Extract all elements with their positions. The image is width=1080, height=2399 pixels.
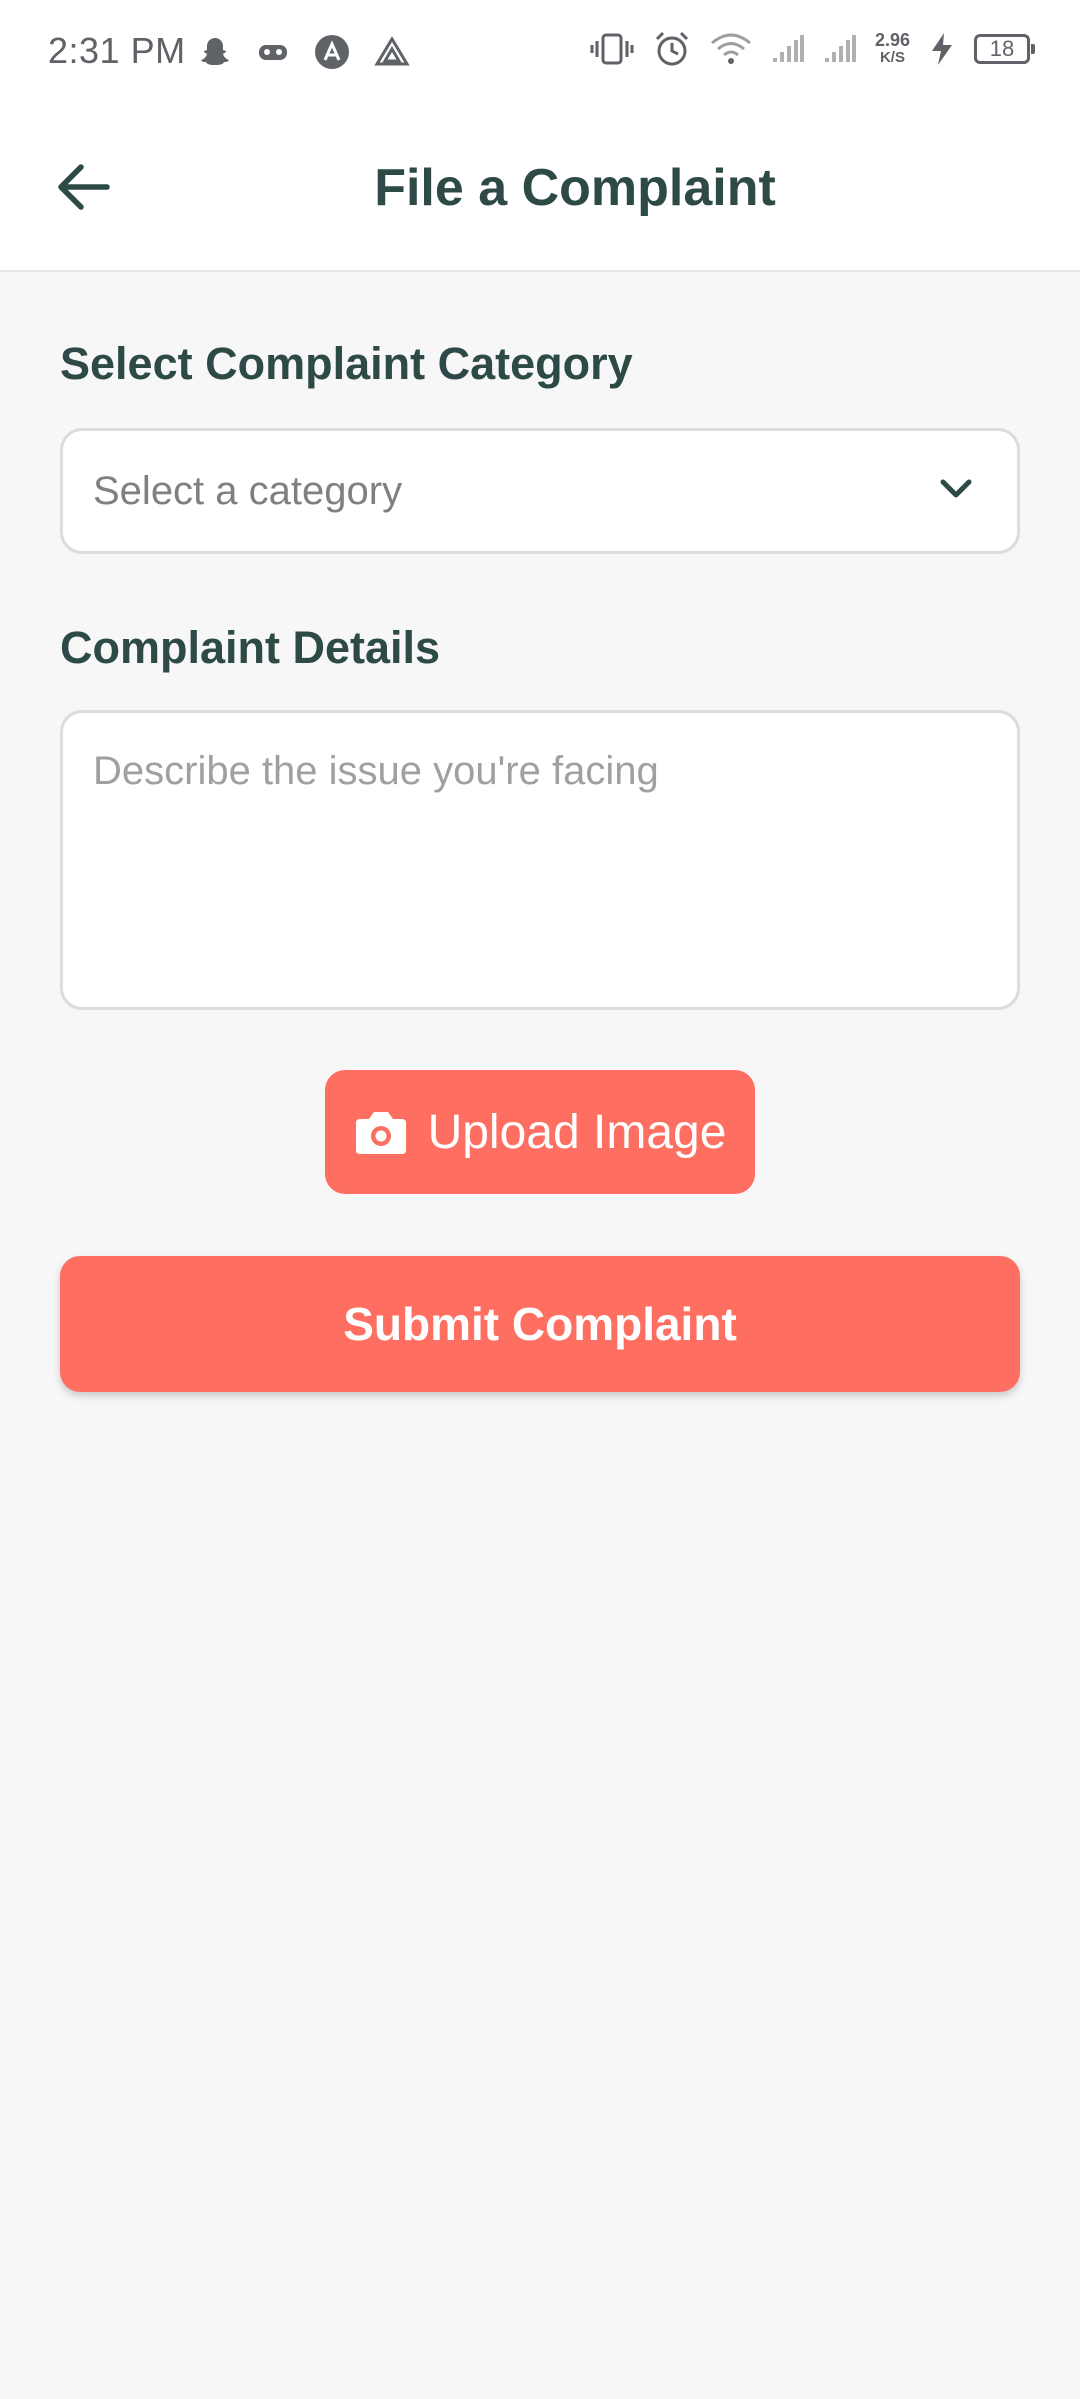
- gamepad-icon: [256, 35, 290, 69]
- notification-icons: [198, 34, 410, 70]
- details-label: Complaint Details: [60, 622, 441, 673]
- snapchat-icon: [198, 35, 232, 69]
- network-speed: 2.96 K/S: [875, 31, 910, 67]
- category-label: Select Complaint Category: [60, 338, 633, 389]
- status-bar: 2:31 PM 2.96 K/S 18: [0, 0, 1080, 110]
- camera-icon: [355, 1112, 406, 1154]
- network-speed-value: 2.96: [874, 30, 910, 50]
- alarm-icon: [653, 30, 691, 68]
- network-speed-unit: K/S: [879, 49, 905, 66]
- triangle-badge-icon: [314, 34, 350, 70]
- charging-icon: [928, 31, 956, 67]
- status-time: 2:31 PM: [48, 30, 186, 71]
- upload-image-button[interactable]: Upload Image: [325, 1070, 755, 1194]
- wifi-icon: [709, 31, 753, 67]
- signal-icon: [823, 32, 857, 66]
- system-icons: 2.96 K/S 18: [589, 30, 1035, 68]
- battery-indicator: 18: [974, 34, 1035, 64]
- app-header: File a Complaint: [0, 110, 1080, 272]
- chevron-down-icon: [940, 479, 972, 498]
- signal-icon: [771, 32, 805, 66]
- drive-icon: [374, 34, 410, 70]
- category-select-placeholder: Select a category: [93, 469, 403, 513]
- vibrate-icon: [589, 31, 635, 67]
- submit-complaint-button[interactable]: Submit Complaint: [60, 1256, 1020, 1392]
- upload-image-label: Upload Image: [427, 1105, 727, 1159]
- page-title: File a Complaint: [374, 159, 776, 217]
- submit-complaint-label: Submit Complaint: [343, 1298, 737, 1350]
- category-select[interactable]: Select a category: [60, 428, 1020, 554]
- complaint-details-input[interactable]: [60, 710, 1020, 1010]
